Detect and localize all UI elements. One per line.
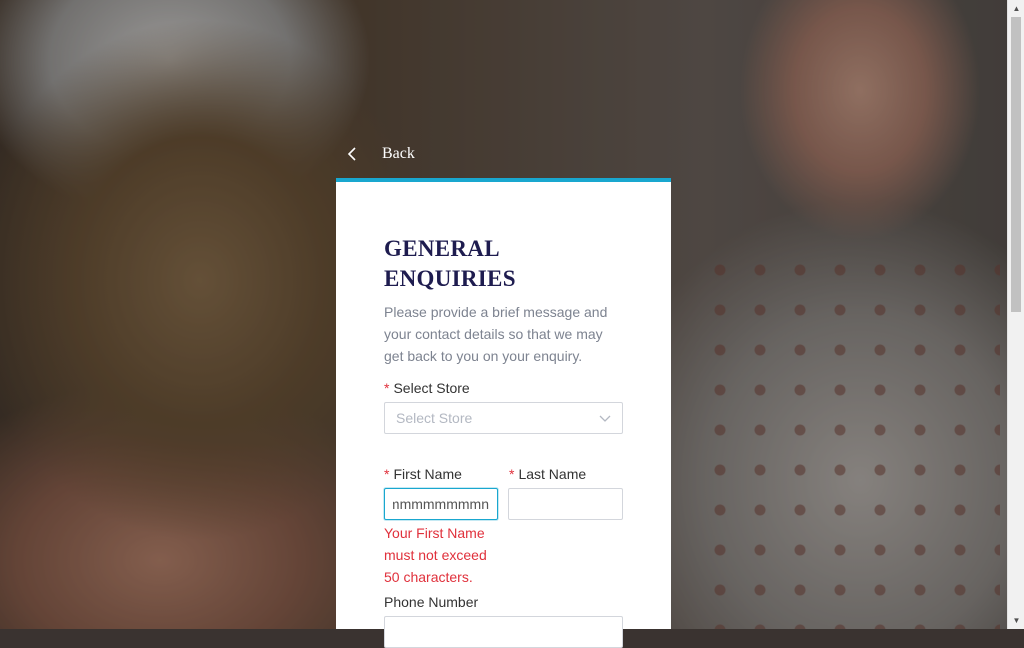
required-marker: *: [509, 466, 515, 482]
required-marker: *: [384, 380, 390, 396]
last-name-input[interactable]: [508, 488, 623, 520]
scroll-up-arrow-icon[interactable]: ▲: [1008, 0, 1024, 17]
required-marker: *: [384, 466, 390, 482]
scroll-down-arrow-icon[interactable]: ▼: [1008, 612, 1024, 629]
last-name-label: * Last Name: [509, 465, 586, 483]
form-description: Please provide a brief message and your …: [384, 304, 608, 364]
phone-number-input[interactable]: [384, 616, 623, 648]
scroll-thumb[interactable]: [1011, 17, 1021, 312]
first-name-error: Your First Name must not exceed 50 chara…: [384, 525, 487, 585]
first-name-input[interactable]: [384, 488, 498, 520]
chevron-down-icon: [599, 410, 611, 426]
form-title: GENERAL ENQUIRIES: [384, 236, 516, 291]
store-select-placeholder: Select Store: [396, 410, 473, 426]
back-link[interactable]: Back: [346, 142, 415, 166]
last-name-label-text: Last Name: [518, 466, 587, 482]
enquiry-form-card: GENERAL ENQUIRIES Please provide a brief…: [336, 178, 671, 648]
chevron-left-icon: [346, 142, 366, 166]
select-store-label-text: Select Store: [393, 380, 470, 396]
page-scrollbar[interactable]: ▲ ▼: [1007, 0, 1024, 629]
background-shirt-pattern: [700, 250, 1000, 629]
select-store-label: * Select Store: [384, 379, 470, 397]
store-select[interactable]: Select Store: [384, 402, 623, 434]
back-label: Back: [382, 145, 415, 162]
first-name-label-text: First Name: [393, 466, 462, 482]
phone-number-label: Phone Number: [384, 594, 479, 610]
first-name-label: * First Name: [384, 465, 462, 483]
